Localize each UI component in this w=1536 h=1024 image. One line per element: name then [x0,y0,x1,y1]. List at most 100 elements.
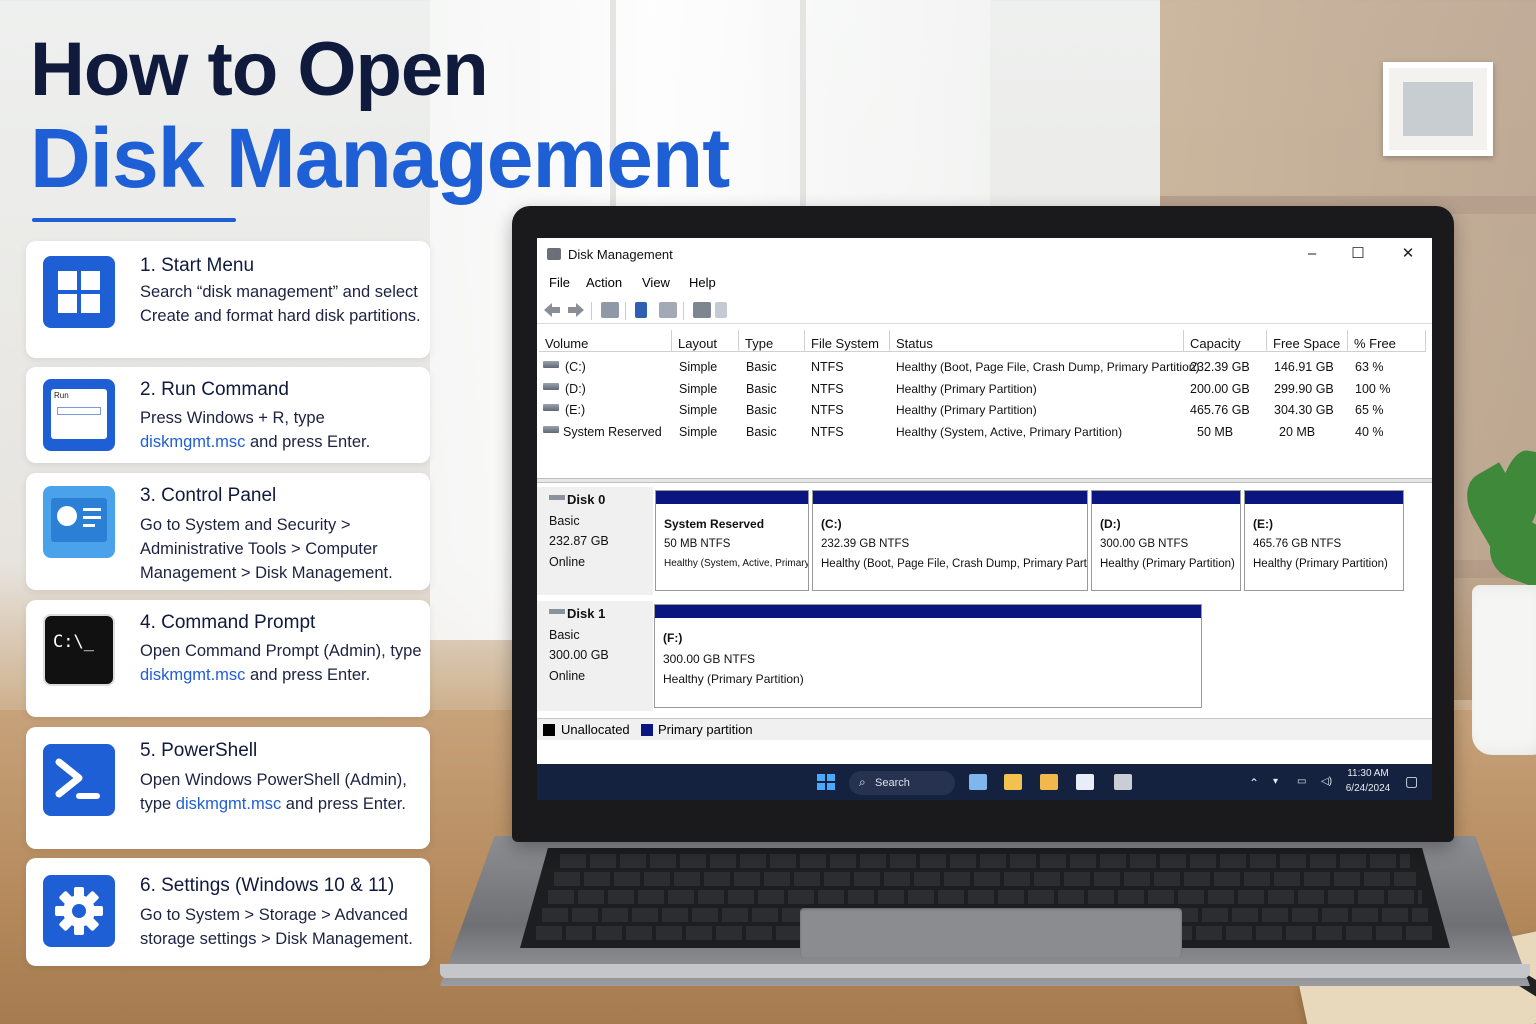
partition-c[interactable]: (C:) 232.39 GB NTFS Healthy (Boot, Page … [812,490,1088,591]
column-header-layout[interactable]: Layout [672,330,739,352]
trackpad [800,908,1182,958]
partition-size: 300.00 GB NTFS [663,652,756,666]
method-text: Go to System > Storage > Advanced storag… [140,906,413,948]
window-title-bar: Disk Management – ☐ ✕ [537,238,1432,270]
column-header-capacity[interactable]: Capacity [1184,330,1267,352]
disk-graph-view: Disk 0 Basic 232.87 GB Online System Res… [537,483,1432,718]
partition-status: Healthy (Primary Partition) [663,672,804,686]
start-windows-icon[interactable] [817,774,835,790]
partition-name: System Reserved [664,517,765,531]
laptop-edge [440,964,1530,978]
method-text: Search “disk management” and select Crea… [140,283,421,325]
volume-percent-free: 65 % [1355,403,1384,417]
maximize-button[interactable]: ☐ [1343,244,1373,264]
partition-bar [655,605,1201,618]
legend-label-unallocated: Unallocated [561,722,630,737]
clock-time[interactable]: 11:30 AM [1343,768,1393,779]
legend-swatch-primary [641,724,653,736]
column-header-percent-free[interactable]: % Free [1348,330,1426,352]
minimize-button[interactable]: – [1297,244,1327,264]
notification-icon[interactable]: ▢ [1405,773,1418,790]
volume-type: Basic [746,382,777,396]
volume-file-system: NTFS [811,382,844,396]
gear-icon [43,875,115,947]
method-description: Search “disk management” and select Crea… [140,280,426,328]
volume-status: Healthy (System, Active, Primary Partiti… [896,425,1123,439]
forward-arrow-icon[interactable] [567,302,585,318]
column-header-volume[interactable]: Volume [539,330,672,352]
edge-browser-icon[interactable] [1040,774,1058,790]
network-icon[interactable]: ▾ [1273,776,1278,787]
volume-status: Healthy (Primary Partition) [896,403,1037,417]
partition-status: Healthy (Primary Partition) [1100,558,1235,570]
disk-1-label[interactable]: Disk 1 Basic 300.00 GB Online [537,601,653,711]
windows-logo-icon [43,256,115,328]
volume-icon[interactable]: ◁) [1321,776,1332,787]
volume-name[interactable]: (E:) [565,403,585,417]
method-card-control-panel: 3. Control Panel Go to System and Securi… [26,473,430,590]
volume-name[interactable]: (D:) [565,382,586,396]
chevron-up-icon[interactable]: ⌃ [1249,776,1259,790]
legend-swatch-unallocated [543,724,555,736]
partition-e[interactable]: (E:) 465.76 GB NTFS Healthy (Primary Par… [1244,490,1404,591]
partition-bar [1092,491,1240,504]
partition-status: Healthy (System, Active, Primary Partiti… [664,558,809,569]
photo-frame [1383,62,1493,156]
volume-type: Basic [746,403,777,417]
back-arrow-icon[interactable] [543,302,561,318]
method-description: Go to System and Security > Administrati… [140,513,426,585]
column-header-file-system[interactable]: File System [805,330,890,352]
properties-icon[interactable] [659,302,677,318]
task-view-icon[interactable] [969,774,987,790]
method-text: Go to System and Security > Administrati… [140,516,393,582]
disk-size: 300.00 GB [549,648,609,662]
taskbar-search-box[interactable]: ⌕ Search [849,771,955,795]
partition-bar [813,491,1087,504]
clock-date[interactable]: 6/24/2024 [1343,783,1393,794]
disk-management-taskbar-icon[interactable] [1114,774,1132,790]
menu-file[interactable]: File [549,275,570,290]
title-line-1: How to Open [30,27,489,112]
page-title: How to Open Disk Management [30,27,730,205]
disk-name: Disk 0 [567,492,606,507]
display-icon[interactable]: ▭ [1297,776,1306,787]
partition-legend: Unallocated Primary partition [537,718,1432,740]
menu-action[interactable]: Action [586,275,622,290]
prompt-text: C:\_ [53,632,94,652]
method-text: and press Enter. [281,795,406,813]
volume-type: Basic [746,360,777,374]
method-title: 6. Settings (Windows 10 & 11) [140,875,395,896]
console-tree-icon[interactable] [601,302,619,318]
close-button[interactable]: ✕ [1393,244,1423,264]
partition-d[interactable]: (D:) 300.00 GB NTFS Healthy (Primary Par… [1091,490,1241,591]
method-text: Open Command Prompt (Admin), type [140,642,422,660]
refresh-icon[interactable] [715,302,727,318]
help-icon[interactable] [635,302,647,318]
volume-name[interactable]: System Reserved [563,425,662,439]
menu-view[interactable]: View [642,275,670,290]
store-icon[interactable] [1076,774,1094,790]
disk-size: 232.87 GB [549,534,609,548]
volume-name[interactable]: (C:) [565,360,586,374]
partition-name: (E:) [1253,517,1273,531]
partition-size: 50 MB NTFS [664,538,731,550]
file-explorer-icon[interactable] [1004,774,1022,790]
legend-label-primary: Primary partition [658,722,753,737]
method-title: 1. Start Menu [140,255,255,276]
volume-layout: Simple [679,403,718,417]
method-card-start-menu: 1. Start Menu Search “disk management” a… [26,241,430,358]
partition-system-reserved[interactable]: System Reserved 50 MB NTFS Healthy (Syst… [655,490,809,591]
connect-icon[interactable] [693,302,711,318]
volume-capacity: 232.39 GB [1190,360,1250,374]
volume-free-space: 304.30 GB [1274,403,1334,417]
menu-help[interactable]: Help [689,275,716,290]
disk-0-label[interactable]: Disk 0 Basic 232.87 GB Online [537,487,653,595]
column-header-status[interactable]: Status [890,330,1184,352]
method-description: Open Windows PowerShell (Admin), type di… [140,768,426,816]
column-header-free-space[interactable]: Free Space [1267,330,1348,352]
plant-pot [1472,585,1536,755]
disk-state: Online [549,669,586,683]
disk-state: Online [549,555,586,569]
column-header-type[interactable]: Type [739,330,805,352]
partition-f[interactable]: (F:) 300.00 GB NTFS Healthy (Primary Par… [654,604,1202,708]
